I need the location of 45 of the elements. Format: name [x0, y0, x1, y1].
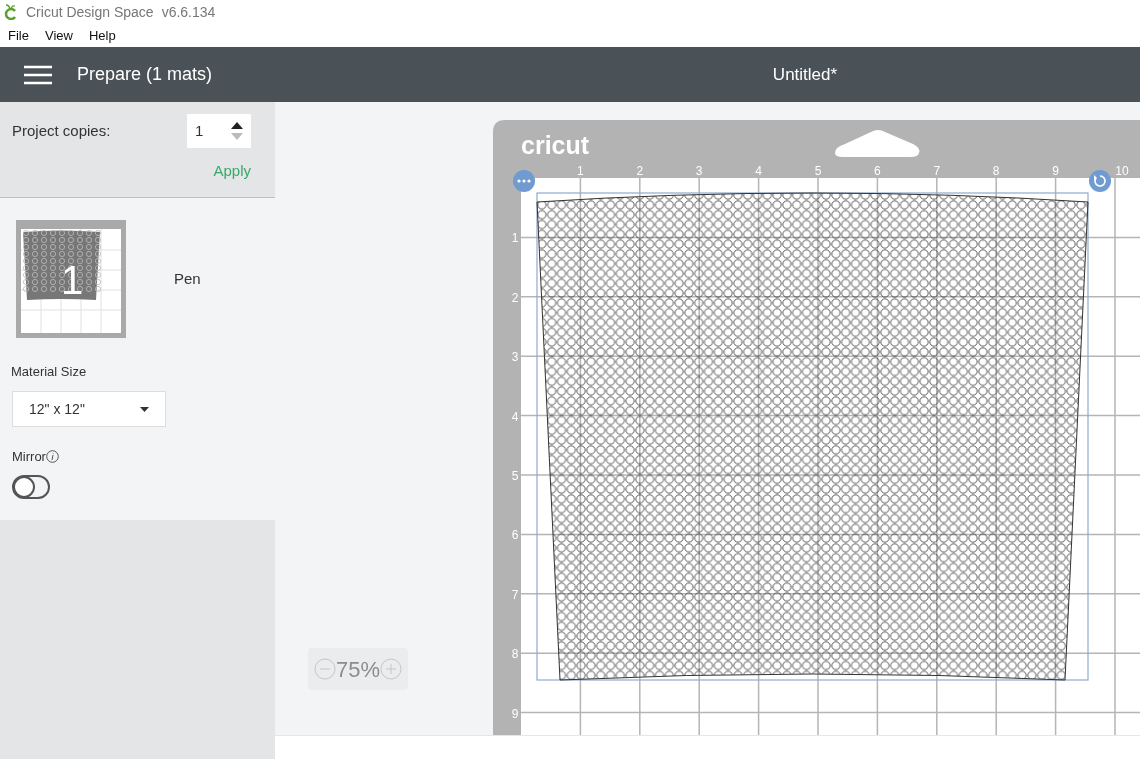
header-title: Prepare (1 mats)	[77, 63, 213, 86]
ruler-number: 9	[1052, 164, 1059, 178]
info-icon[interactable]	[45, 450, 59, 464]
ruler-number: 1	[511, 231, 519, 246]
ruler-number: 4	[511, 409, 519, 424]
material-size-dropdown[interactable]: 12" x 12"	[12, 391, 166, 427]
ruler-number: 2	[636, 164, 644, 178]
menu-item[interactable]: View	[40, 25, 77, 46]
ruler-number: 6	[511, 528, 519, 543]
caret-icon	[140, 406, 149, 412]
app-version: v6.6.134	[161, 2, 216, 22]
increment-icon[interactable]	[231, 122, 243, 129]
ruler-number: 9	[511, 706, 519, 721]
ruler-number: 7	[933, 164, 941, 178]
mat-logo: cricut	[521, 131, 590, 159]
copies-field[interactable]: 1	[187, 114, 251, 148]
mat-material: Pen	[174, 268, 201, 289]
menu-item[interactable]: File	[4, 25, 33, 46]
material-size-label: Material Size	[11, 363, 87, 381]
ruler-number: 5	[511, 469, 519, 483]
mirror-toggle[interactable]	[12, 474, 50, 499]
ruler-number: 3	[695, 164, 703, 178]
ruler-number: 6	[874, 164, 881, 178]
ruler-number: 5	[814, 164, 822, 178]
selected-circle-pattern-drawing[interactable]	[536, 192, 1089, 681]
mirror-label: Mirror	[12, 448, 46, 466]
app-logo-icon	[4, 4, 18, 20]
ruler-number: 10	[1115, 164, 1129, 178]
copies-label: Project copies:	[12, 120, 111, 141]
rotate-icon[interactable]	[1089, 170, 1111, 192]
ruler-number: 3	[511, 350, 519, 365]
app-name: Cricut Design Space	[26, 2, 154, 22]
ruler-number: 2	[511, 290, 519, 305]
ruler-number: 7	[511, 587, 519, 602]
ruler-number: 8	[992, 164, 1000, 178]
mat-number: 1	[60, 258, 84, 302]
more-options-icon[interactable]	[513, 170, 535, 192]
zoom-level: 75%	[335, 655, 380, 684]
mat-thumbnail[interactable]: 1	[16, 220, 126, 338]
menu-icon[interactable]	[24, 64, 52, 85]
menu-item[interactable]: Help	[84, 25, 120, 46]
ruler-number: 4	[755, 164, 762, 178]
ruler-number: 1	[577, 164, 584, 178]
ruler-number: 8	[511, 647, 519, 662]
document-title: Untitled*	[772, 64, 838, 84]
